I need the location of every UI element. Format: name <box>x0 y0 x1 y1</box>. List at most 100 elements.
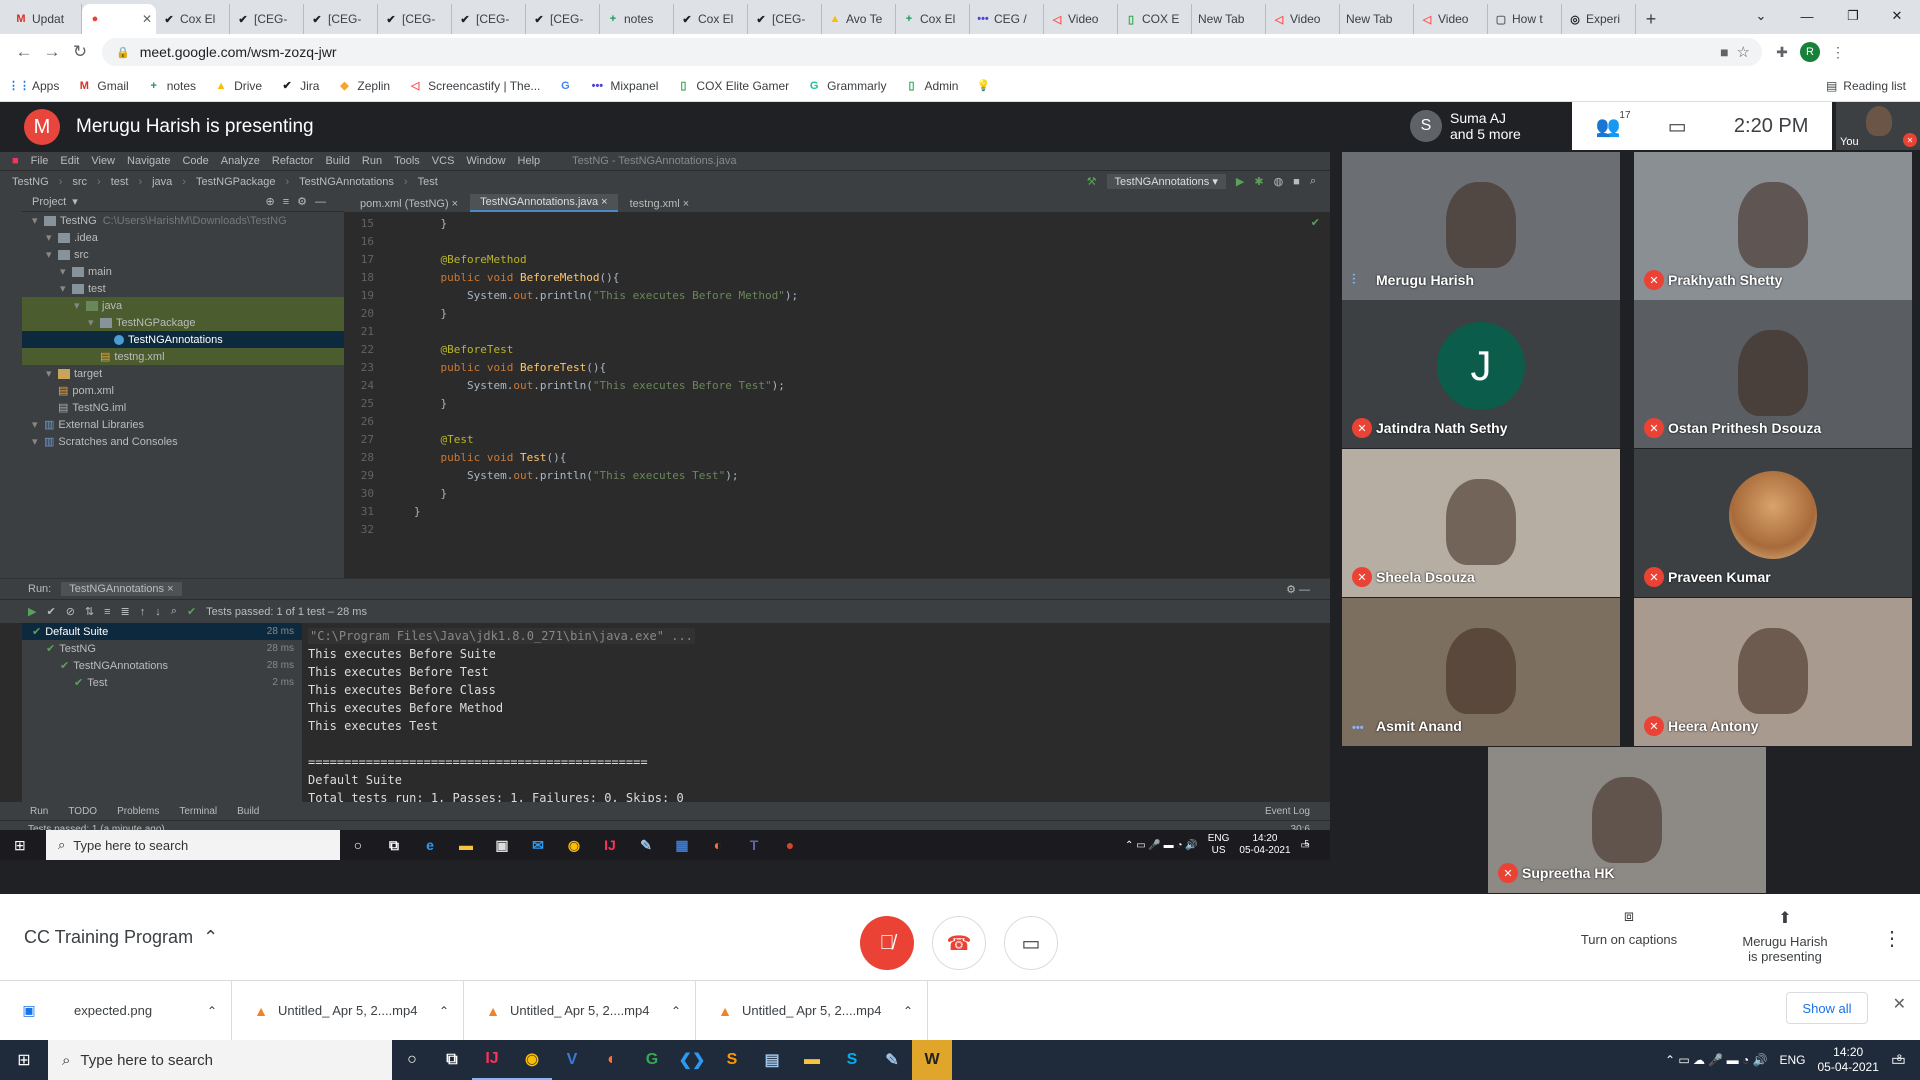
paint-icon[interactable]: ✎ <box>872 1040 912 1080</box>
project-tree-item[interactable]: ▾ test <box>22 280 344 297</box>
test-result-item[interactable]: ✔ Test 2 ms <box>22 674 302 691</box>
breadcrumb-item[interactable]: src <box>72 176 87 188</box>
ide-menu-file[interactable]: File <box>31 155 49 167</box>
bookmark-item[interactable]: ▯ Admin <box>904 79 958 93</box>
cortana-icon[interactable]: ○ <box>392 1040 432 1080</box>
test-result-item[interactable]: ✔ Default Suite 28 ms <box>22 623 302 640</box>
ide-tool-tab[interactable]: Build <box>237 806 259 817</box>
firefox-icon[interactable]: ◐ <box>592 1040 632 1080</box>
explorer-icon[interactable]: ▬ <box>792 1040 832 1080</box>
self-view-tile[interactable]: You ✕ <box>1836 102 1920 150</box>
browser-tab[interactable]: New Tab <box>1340 4 1414 34</box>
browser-tab[interactable]: M Updat <box>8 4 82 34</box>
debug-icon[interactable]: ✱ <box>1254 175 1263 188</box>
chat-button[interactable]: ▭ <box>1668 114 1687 139</box>
tray-icons[interactable]: ⌃ ▭ ☁ 🎤 ▬ ◔ 🔊 <box>1665 1053 1768 1067</box>
project-tree-item[interactable]: ▤ TestNG.iml <box>22 399 344 416</box>
forward-button[interactable]: → <box>38 38 66 66</box>
project-tree-item[interactable]: ▾ TestNG C:\Users\HarishM\Downloads\TestN… <box>22 212 344 229</box>
browser-tab[interactable]: ✔ Cox El <box>674 4 748 34</box>
run-config-select[interactable]: TestNGAnnotations ▾ <box>1106 174 1226 189</box>
ide-menu-analyze[interactable]: Analyze <box>221 155 260 167</box>
download-item[interactable]: ▲ Untitled_ Apr 5, 2....mp4 ⌃ <box>232 980 464 1041</box>
search-everywhere-icon[interactable]: ⌕ <box>1310 175 1316 188</box>
bookmark-item[interactable]: ••• Mixpanel <box>590 79 659 93</box>
breadcrumb-item[interactable]: TestNGPackage <box>196 176 275 188</box>
editor-tab[interactable]: TestNGAnnotations.java × <box>470 194 618 212</box>
meeting-details[interactable]: CC Training Program ⌃ <box>24 927 218 948</box>
project-pane-tools-icon[interactable]: ⊕≡⚙— <box>266 195 335 208</box>
download-menu-chevron-icon[interactable]: ⌃ <box>439 1004 449 1018</box>
leave-call-button[interactable]: ☎ <box>932 916 986 970</box>
stop-icon[interactable]: ■ <box>1293 176 1300 188</box>
tab-close-icon[interactable]: ✕ <box>142 12 152 26</box>
browser-tab[interactable]: ◁ Video <box>1266 4 1340 34</box>
test-result-item[interactable]: ✔ TestNGAnnotations 28 ms <box>22 657 302 674</box>
bookmark-item[interactable]: G Grammarly <box>807 79 887 93</box>
participant-tile[interactable]: ✕ Supreetha HK <box>1488 747 1766 893</box>
extensions-icon[interactable]: ✚ <box>1768 38 1796 66</box>
task-view-icon[interactable]: ⧉ <box>432 1040 472 1080</box>
ide-menu-run[interactable]: Run <box>362 155 382 167</box>
project-tree-item[interactable]: ▾ ▥ Scratches and Consoles <box>22 433 344 450</box>
download-menu-chevron-icon[interactable]: ⌃ <box>903 1004 913 1018</box>
maximize-button[interactable]: ❐ <box>1830 0 1876 32</box>
browser-tab[interactable]: ◁ Video <box>1044 4 1118 34</box>
ide-menu-help[interactable]: Help <box>518 155 541 167</box>
run-settings-icon[interactable]: ⚙ — <box>1286 583 1310 596</box>
sort-icon[interactable]: ⇅ <box>85 605 94 618</box>
bookmark-item[interactable]: M Gmail <box>77 79 129 93</box>
bookmark-item[interactable]: ▯ COX Elite Gamer <box>676 79 789 93</box>
greenapp-icon[interactable]: G <box>632 1040 672 1080</box>
participant-tile[interactable]: ✕ Heera Antony <box>1634 598 1912 746</box>
bookmark-item[interactable]: ✔ Jira <box>280 79 319 93</box>
rerun-icon[interactable]: ▶ <box>28 605 36 618</box>
download-item[interactable]: ▣ expected.png ⌃ <box>0 980 232 1041</box>
browser-tab[interactable]: + notes <box>600 4 674 34</box>
profile-avatar[interactable]: R <box>1796 38 1824 66</box>
notification-center-icon[interactable]: ▭ 8 <box>1891 1050 1906 1070</box>
browser-tab[interactable]: ✔ [CEG- <box>452 4 526 34</box>
bookmark-item[interactable]: ▲ Drive <box>214 79 262 93</box>
project-tree-item[interactable]: TestNGAnnotations <box>22 331 344 348</box>
participant-tile[interactable]: ✕ Praveen Kumar <box>1634 449 1912 597</box>
project-tree-item[interactable]: ▾ TestNGPackage <box>22 314 344 331</box>
download-menu-chevron-icon[interactable]: ⌃ <box>207 1004 217 1018</box>
w-app-icon[interactable]: W <box>912 1040 952 1080</box>
browser-tab[interactable]: ● ✕ <box>82 4 156 34</box>
project-tree-item[interactable]: ▾ src <box>22 246 344 263</box>
ide-menu-edit[interactable]: Edit <box>60 155 79 167</box>
ide-menu-navigate[interactable]: Navigate <box>127 155 170 167</box>
code-area[interactable]: 15 } 16 17 @BeforeMethod 18 public void Bef… <box>344 212 1330 538</box>
participant-tile[interactable]: ⫶ Merugu Harish <box>1342 152 1620 300</box>
browser-tab[interactable]: New Tab <box>1192 4 1266 34</box>
download-item[interactable]: ▲ Untitled_ Apr 5, 2....mp4 ⌃ <box>464 980 696 1041</box>
taskbar-search[interactable]: ⌕ Type here to search <box>48 1040 392 1080</box>
ide-tool-tab[interactable]: Terminal <box>179 806 217 817</box>
bookmark-item[interactable]: 💡 <box>976 79 991 93</box>
back-button[interactable]: ← <box>10 38 38 66</box>
run-console[interactable]: "C:\Program Files\Java\jdk1.8.0_271\bin\… <box>308 623 1290 805</box>
show-passed-icon[interactable]: ✔ <box>46 605 55 618</box>
browser-tab[interactable]: ✔ [CEG- <box>230 4 304 34</box>
test-result-item[interactable]: ✔ TestNG 28 ms <box>22 640 302 657</box>
editor-tab-close-icon[interactable]: × <box>449 198 458 210</box>
project-tree-item[interactable]: ▾ .idea <box>22 229 344 246</box>
vscode-icon[interactable]: ❮❯ <box>672 1040 712 1080</box>
participant-tile[interactable]: ✕ Sheela Dsouza <box>1342 449 1620 597</box>
bookmark-item[interactable]: ◁ Screencastify | The... <box>408 79 541 93</box>
ide-menu-vcs[interactable]: VCS <box>432 155 455 167</box>
browser-tab[interactable]: ◎ Experi <box>1562 4 1636 34</box>
breadcrumb-item[interactable]: java <box>152 176 172 188</box>
tray-lang[interactable]: ENG <box>1779 1053 1805 1067</box>
editor-tab-close-icon[interactable]: × <box>680 198 689 210</box>
chrome-icon[interactable]: ◉ <box>512 1040 552 1080</box>
browser-tab[interactable]: + Cox El <box>896 4 970 34</box>
run-icon[interactable]: ▶ <box>1236 175 1244 188</box>
project-tree-item[interactable]: ▤ testng.xml <box>22 348 344 365</box>
code-editor[interactable]: pom.xml (TestNG) × TestNGAnnotations.java… <box>344 192 1330 578</box>
browser-tab[interactable]: ▢ How t <box>1488 4 1562 34</box>
ide-menu-window[interactable]: Window <box>466 155 505 167</box>
zoom-icon[interactable]: ⌕ <box>171 605 177 618</box>
more-options-icon[interactable]: ⋮ <box>1882 926 1902 951</box>
